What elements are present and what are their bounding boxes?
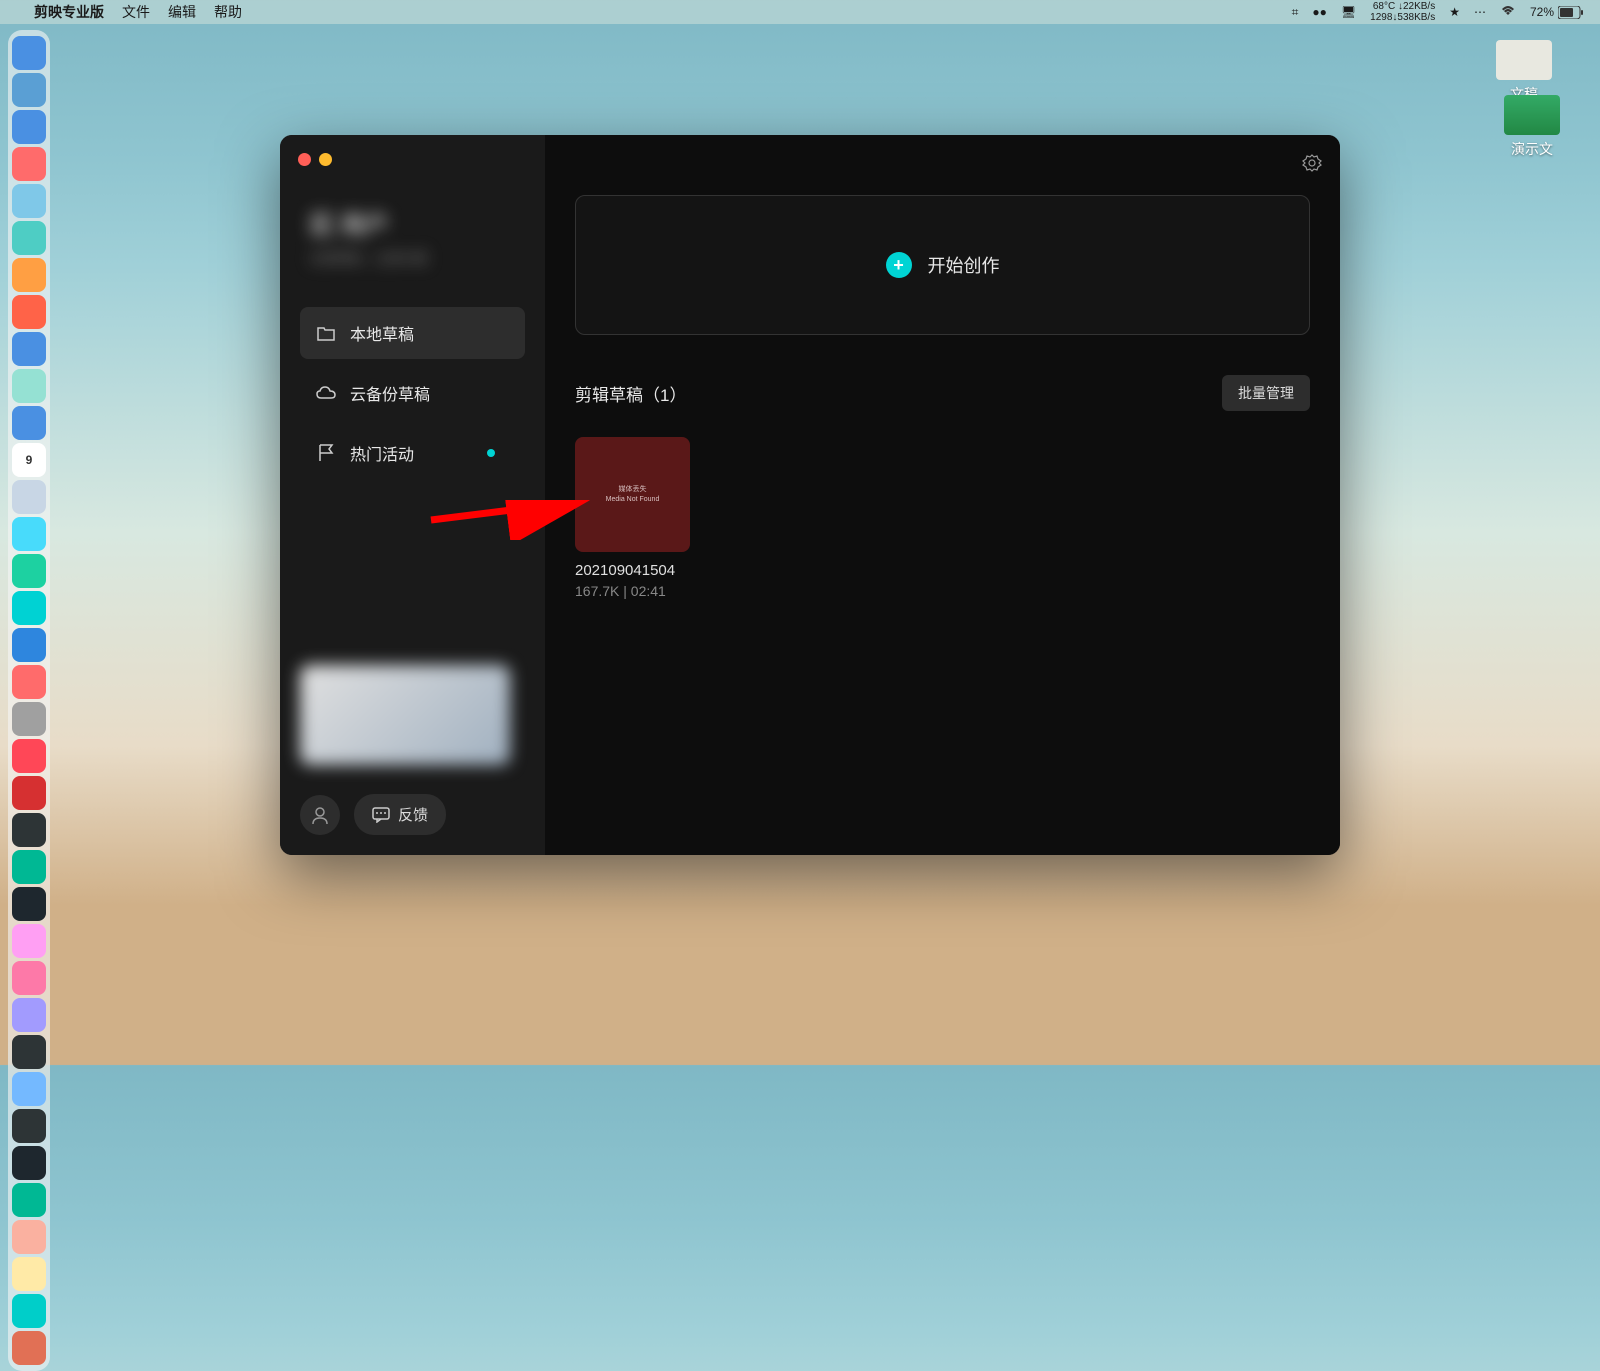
profile-button[interactable]	[300, 795, 340, 835]
start-create-button[interactable]: + 开始创作	[575, 195, 1310, 335]
cloud-icon	[316, 386, 336, 400]
sidebar-item-local-drafts[interactable]: 本地草稿	[300, 307, 525, 359]
dock-app-icon[interactable]	[12, 184, 46, 218]
dock-app-icon[interactable]	[12, 1035, 46, 1069]
draft-card[interactable]: 媒体丢失 Media Not Found 202109041504 167.7K…	[575, 437, 690, 599]
menubar: 剪映专业版 文件 编辑 帮助 ⌗ ●● 🖥 68°C ↓22KB/s 1298↓…	[0, 0, 1600, 24]
chat-icon	[372, 807, 390, 823]
dock-app-icon[interactable]	[12, 961, 46, 995]
menu-help[interactable]: 帮助	[214, 2, 242, 22]
minimize-button[interactable]	[319, 153, 332, 166]
dock-app-icon[interactable]	[12, 998, 46, 1032]
dock-app-icon[interactable]	[12, 924, 46, 958]
dock-app-icon[interactable]	[12, 702, 46, 736]
app-window: 区 用户 在剪映剪，主演大幕 本地草稿 云备份草稿 热门活动	[280, 135, 1340, 855]
dock-app-icon[interactable]	[12, 480, 46, 514]
sidebar-item-label: 本地草稿	[350, 321, 414, 345]
dock-app-icon[interactable]	[12, 1109, 46, 1143]
close-button[interactable]	[298, 153, 311, 166]
dock-app-icon[interactable]	[12, 1146, 46, 1180]
wifi-icon[interactable]	[1500, 5, 1516, 20]
dock-app-icon[interactable]	[12, 1257, 46, 1291]
battery-indicator[interactable]: 72%	[1530, 5, 1584, 19]
dock-app-icon[interactable]	[12, 850, 46, 884]
menubar-extra-icon[interactable]: ●●	[1312, 5, 1327, 19]
draft-name: 202109041504	[575, 562, 690, 579]
dock-app-icon[interactable]	[12, 665, 46, 699]
dock-app-icon[interactable]	[12, 628, 46, 662]
main-content: + 开始创作 剪辑草稿（1） 批量管理 媒体丢失 Media Not Found…	[545, 135, 1340, 855]
app-name[interactable]: 剪映专业版	[34, 2, 104, 22]
dock-app-icon[interactable]	[12, 73, 46, 107]
dock-app-icon[interactable]	[12, 1331, 46, 1365]
window-controls	[298, 153, 332, 166]
drafts-title: 剪辑草稿（1）	[575, 381, 686, 406]
dock-app-icon[interactable]	[12, 295, 46, 329]
draft-thumbnail: 媒体丢失 Media Not Found	[575, 437, 690, 552]
plus-icon: +	[886, 252, 912, 278]
sidebar-item-hot-events[interactable]: 热门活动	[300, 427, 525, 479]
dock-app-icon[interactable]	[12, 1183, 46, 1217]
dock-app-icon[interactable]	[12, 221, 46, 255]
desktop-file-pres[interactable]: 演示文	[1504, 95, 1560, 159]
sidebar-item-label: 热门活动	[350, 441, 414, 465]
dock-app-icon[interactable]	[12, 36, 46, 70]
dock-app-icon[interactable]	[12, 1294, 46, 1328]
settings-icon[interactable]	[1302, 153, 1322, 178]
dock-app-icon[interactable]	[12, 406, 46, 440]
dock-app-icon[interactable]	[12, 1220, 46, 1254]
batch-manage-button[interactable]: 批量管理	[1222, 375, 1310, 411]
menubar-extra-icon[interactable]: 🖥	[1341, 5, 1356, 19]
menubar-extra-icon[interactable]: ⌗	[1292, 5, 1299, 20]
dock-app-icon[interactable]: 9	[12, 443, 46, 477]
folder-icon	[316, 326, 336, 341]
feedback-button[interactable]: 反馈	[354, 794, 446, 835]
dock: 9	[8, 30, 50, 1371]
menu-file[interactable]: 文件	[122, 2, 150, 22]
dock-app-icon[interactable]	[12, 517, 46, 551]
star-icon[interactable]: ★	[1449, 5, 1460, 19]
sidebar: 区 用户 在剪映剪，主演大幕 本地草稿 云备份草稿 热门活动	[280, 135, 545, 855]
dock-app-icon[interactable]	[12, 147, 46, 181]
dock-app-icon[interactable]	[12, 258, 46, 292]
dock-app-icon[interactable]	[12, 739, 46, 773]
menu-edit[interactable]: 编辑	[168, 2, 196, 22]
draft-meta: 167.7K | 02:41	[575, 583, 690, 599]
dock-app-icon[interactable]	[12, 554, 46, 588]
dock-app-icon[interactable]	[12, 813, 46, 847]
dock-app-icon[interactable]	[12, 332, 46, 366]
sidebar-item-label: 云备份草稿	[350, 381, 430, 405]
profile-section[interactable]: 区 用户 在剪映剪，主演大幕	[300, 195, 525, 277]
promo-banner[interactable]	[300, 665, 510, 765]
dock-app-icon[interactable]	[12, 110, 46, 144]
dock-app-icon[interactable]	[12, 776, 46, 810]
sidebar-item-cloud-backup[interactable]: 云备份草稿	[300, 367, 525, 419]
notification-dot-icon	[487, 449, 495, 457]
system-stats[interactable]: 68°C ↓22KB/s 1298↓538KB/s	[1370, 1, 1435, 23]
dots-icon[interactable]: ⋯	[1474, 5, 1486, 19]
dock-app-icon[interactable]	[12, 369, 46, 403]
dock-app-icon[interactable]	[12, 591, 46, 625]
dock-app-icon[interactable]	[12, 887, 46, 921]
flag-icon	[316, 444, 336, 462]
dock-app-icon[interactable]	[12, 1072, 46, 1106]
